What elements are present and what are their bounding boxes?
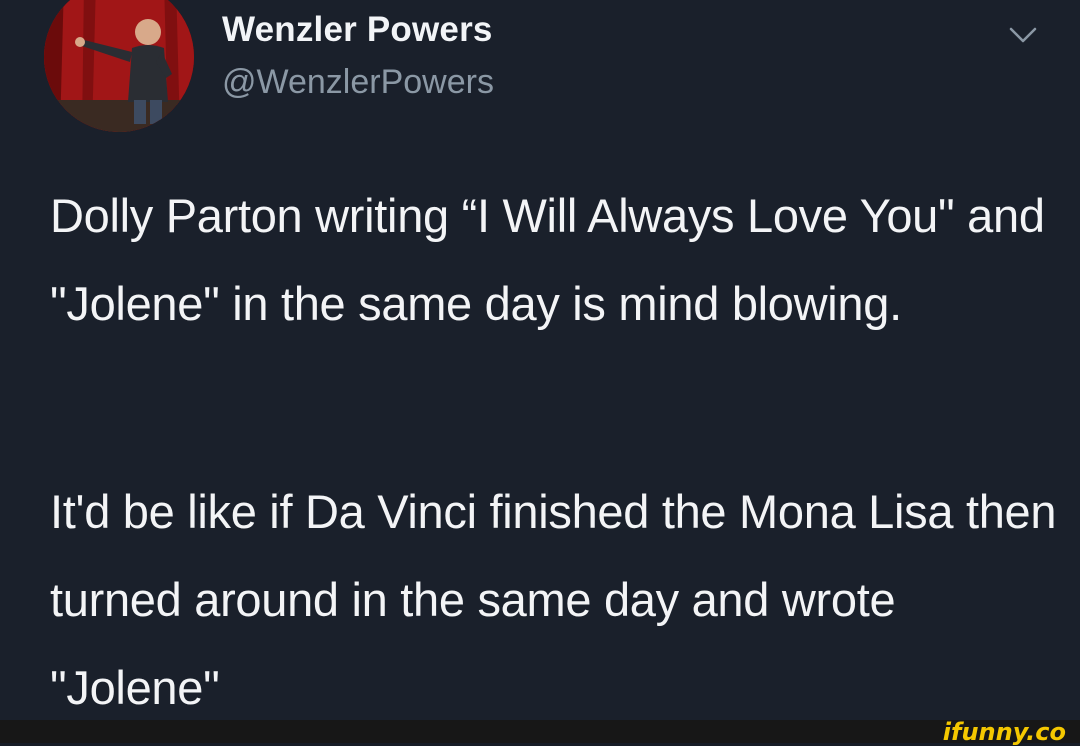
user-handle[interactable]: @WenzlerPowers — [222, 63, 494, 102]
ifunny-watermark: ifunny.co — [942, 718, 1066, 746]
tweet-text-paragraph: Dolly Parton writing “I Will Always Love… — [50, 189, 1045, 330]
tweet-text-paragraph: It'd be like if Da Vinci finished the Mo… — [50, 485, 1057, 714]
watermark-bar: ifunny.co — [0, 718, 1080, 746]
avatar[interactable] — [44, 0, 194, 132]
chevron-down-icon[interactable] — [1003, 20, 1043, 50]
display-name[interactable]: Wenzler Powers — [222, 10, 493, 50]
tweet-card: Wenzler Powers @WenzlerPowers Dolly Part… — [0, 0, 1080, 720]
avatar-photo — [44, 0, 194, 132]
